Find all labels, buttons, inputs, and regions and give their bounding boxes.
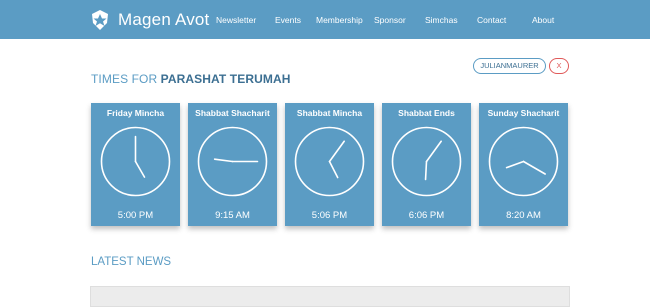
clock-hour-hand: [505, 160, 525, 169]
clock-minute-hand: [522, 160, 546, 175]
nav-link-contact[interactable]: Contact: [477, 15, 506, 25]
user-profile-button[interactable]: JULIANMAURER: [473, 58, 546, 74]
clock-icon: [488, 126, 559, 197]
clock-icon: [391, 126, 462, 197]
time-card-label: Shabbat Ends: [398, 108, 455, 118]
nav-link-membership[interactable]: Membership: [316, 15, 363, 25]
top-navbar: Magen Avot Newsletter Events Membership …: [0, 0, 650, 39]
clock-hour-hand: [424, 160, 428, 181]
nav-link-simchas[interactable]: Simchas: [425, 15, 458, 25]
time-card-time: 5:06 PM: [311, 210, 348, 221]
clock-icon: [197, 126, 268, 197]
clock-icon: [294, 126, 365, 197]
latest-news-title: LATEST NEWS: [91, 256, 172, 268]
clock-minute-hand: [425, 140, 442, 163]
brand-link[interactable]: Magen Avot: [90, 7, 209, 33]
brand-name: Magen Avot: [118, 10, 210, 29]
clock-minute-hand: [328, 140, 345, 163]
time-card-time: 9:15 AM: [215, 210, 250, 221]
shield-star-icon: [92, 10, 108, 30]
nav-link-sponsor[interactable]: Sponsor: [374, 15, 406, 25]
time-card-time: 6:06 PM: [408, 210, 445, 221]
time-card-time: 8:20 AM: [506, 210, 541, 221]
nav-link-about[interactable]: About: [532, 15, 554, 25]
time-card-label: Shabbat Shacharit: [195, 108, 270, 118]
clock-hour-hand: [134, 160, 146, 178]
time-card: Shabbat Shacharit 9:15 AM: [188, 103, 277, 226]
time-card: Sunday Shacharit 8:20 AM: [479, 103, 568, 226]
clock-icon: [100, 126, 171, 197]
clock-hour-hand: [213, 158, 234, 163]
nav-link-newsletter[interactable]: Newsletter: [216, 15, 256, 25]
time-card-time: 5:00 PM: [117, 210, 154, 221]
time-card: Shabbat Ends 6:06 PM: [382, 103, 471, 226]
parsha-name: PARASHAT TERUMAH: [160, 72, 291, 86]
logout-button[interactable]: X: [549, 58, 569, 74]
times-section-title: TIMES FOR PARASHAT TERUMAH: [91, 72, 291, 86]
nav-link-events[interactable]: Events: [275, 15, 301, 25]
time-card: Friday Mincha 5:00 PM: [91, 103, 180, 226]
time-card: Shabbat Mincha 5:06 PM: [285, 103, 374, 226]
time-card-label: Shabbat Mincha: [296, 108, 363, 118]
clock-hour-hand: [328, 160, 339, 179]
times-title-prefix: TIMES FOR: [91, 72, 158, 86]
time-card-label: Friday Mincha: [106, 108, 165, 118]
news-item-placeholder: [90, 286, 570, 307]
time-card-label: Sunday Shacharit: [487, 108, 560, 118]
